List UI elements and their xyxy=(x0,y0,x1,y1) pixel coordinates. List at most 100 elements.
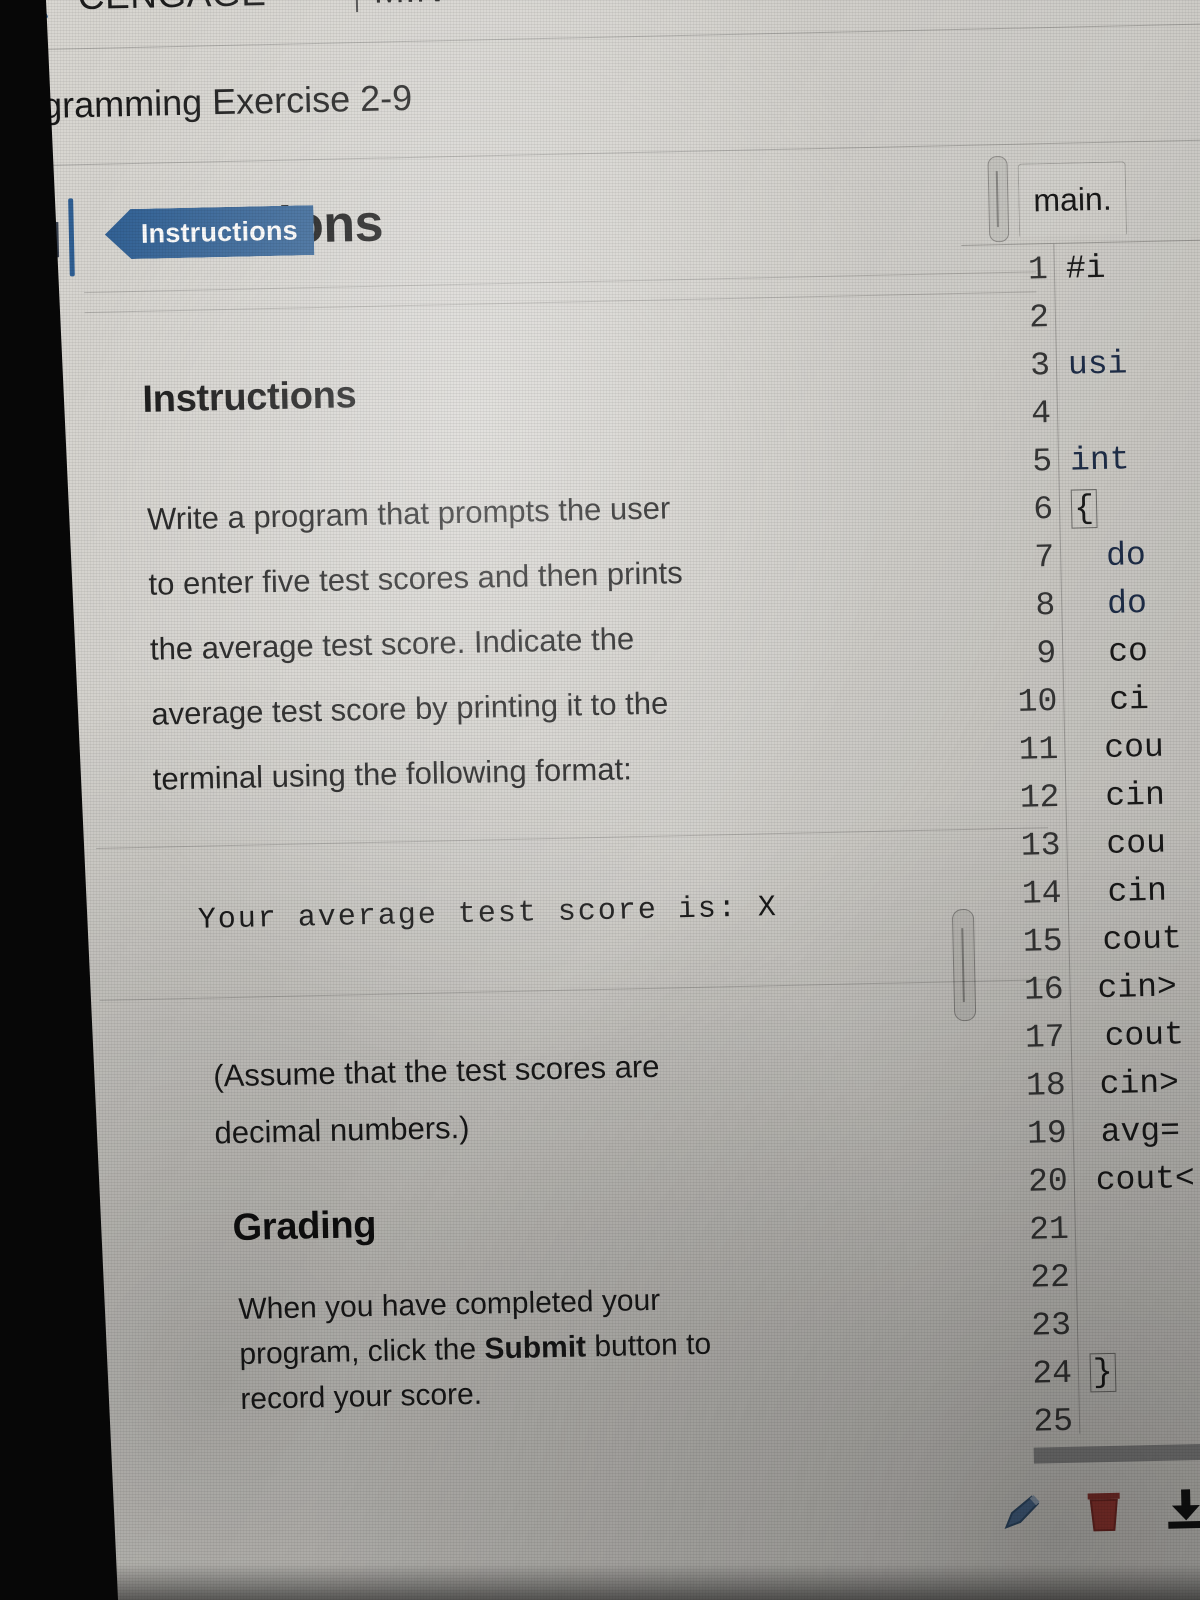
code-area[interactable]: 1 #i 2 3 usi 4 5 int 6{ 7 do 8 do 9 co 10 ci 11… xyxy=(961,238,1200,1441)
instructions-panel: ctions Instructions Instructions Write a… xyxy=(82,167,1064,1577)
line-number: 1 xyxy=(1027,251,1049,289)
code-line-row[interactable]: 18 cin> xyxy=(979,1059,1200,1109)
grading-line-pre: program, click the xyxy=(239,1332,485,1371)
sidebar-item-help[interactable]: ? xyxy=(21,1440,97,1516)
code-line-row[interactable]: 1 #i xyxy=(961,243,1200,293)
code-line-row[interactable]: 7 do xyxy=(968,531,1200,581)
line-text: cin> xyxy=(1097,968,1178,1008)
code-line-row[interactable]: 4 xyxy=(965,387,1200,437)
line-number: 6 xyxy=(1032,491,1054,529)
line-text: cin xyxy=(1105,776,1166,815)
panel-resize-handle-top[interactable] xyxy=(987,155,1010,243)
line-text: cou xyxy=(1103,728,1165,767)
line-text: do xyxy=(1105,536,1147,575)
code-line-row[interactable]: 6{ xyxy=(967,483,1200,533)
code-line-row[interactable]: 9 co xyxy=(970,627,1200,677)
sidebar-item-progress[interactable] xyxy=(0,446,75,522)
sidebar-item-settings[interactable] xyxy=(23,1524,99,1600)
line-text: do xyxy=(1106,584,1148,623)
download-icon xyxy=(1162,1487,1200,1532)
brand-product-name: MIN xyxy=(373,0,443,12)
code-line-row[interactable]: 15 cout xyxy=(976,915,1200,965)
panel-resize-handle-middle[interactable] xyxy=(951,908,977,1022)
line-text: int xyxy=(1069,441,1130,480)
panel-divider-3 xyxy=(96,827,1049,849)
line-text: avg= xyxy=(1100,1112,1181,1152)
annotate-button[interactable] xyxy=(992,1483,1051,1542)
line-text: cout< xyxy=(1095,1160,1196,1200)
line-text-matching-brace: } xyxy=(1089,1352,1117,1393)
code-icon xyxy=(8,576,71,619)
instructions-tooltip[interactable]: Instructions xyxy=(104,205,314,260)
line-number: 14 xyxy=(1021,874,1062,913)
download-button[interactable] xyxy=(1156,1480,1200,1539)
line-number: 16 xyxy=(1023,970,1065,1009)
line-number: 19 xyxy=(1026,1114,1068,1153)
code-line-row[interactable]: 19 avg= xyxy=(980,1107,1200,1157)
instructions-tooltip-label: Instructions xyxy=(140,214,299,249)
sidebar-item-instructions[interactable] xyxy=(0,202,70,278)
checklist-icon xyxy=(6,345,63,392)
code-line-row[interactable]: 14 cin xyxy=(975,867,1200,917)
line-number: 17 xyxy=(1024,1018,1066,1057)
panel-divider-2 xyxy=(84,291,1037,314)
code-line-row[interactable]: 22 xyxy=(983,1251,1200,1301)
line-number: 11 xyxy=(1018,730,1059,769)
code-line-row[interactable]: 21 xyxy=(982,1203,1200,1253)
code-line-row[interactable]: 23 xyxy=(984,1299,1200,1349)
code-line-row[interactable]: 8 do xyxy=(969,579,1200,629)
submit-keyword: Submit xyxy=(484,1330,587,1366)
line-number: 4 xyxy=(1030,395,1052,433)
brand-name: CENGAGE xyxy=(77,0,266,18)
brand-bar: CENGAGE MIN xyxy=(0,0,1200,35)
trash-icon xyxy=(1082,1488,1127,1535)
line-number: 18 xyxy=(1025,1066,1067,1105)
code-line-row[interactable]: 3 usi xyxy=(964,339,1200,389)
code-line-row[interactable]: 10 ci xyxy=(971,675,1200,725)
pen-icon xyxy=(998,1490,1047,1535)
grading-paragraph: When you have completed your program, cl… xyxy=(238,1270,1001,1422)
line-text-matching-brace: { xyxy=(1070,489,1098,529)
code-line-row[interactable]: 13 cou xyxy=(974,819,1200,869)
assumption-note: (Assume that the test scores are decimal… xyxy=(213,1031,975,1162)
sidebar-item-code[interactable] xyxy=(2,560,78,636)
code-line-row[interactable]: 20 cout< xyxy=(981,1155,1200,1205)
line-number: 22 xyxy=(1029,1258,1071,1297)
svg-text:?: ? xyxy=(53,1467,66,1492)
line-number: 21 xyxy=(1028,1210,1070,1249)
cengage-logo-icon[interactable] xyxy=(0,0,74,27)
line-text: cout xyxy=(1102,920,1183,960)
book-icon xyxy=(4,218,61,263)
share-icon xyxy=(34,1363,81,1408)
brand-divider xyxy=(355,0,359,13)
code-editor: main. 1 #i 2 3 usi 4 5 int 6{ 7 do 8 do 9 co 1… xyxy=(951,142,1200,1532)
editor-tab-main[interactable]: main. xyxy=(1017,161,1128,237)
sidebar-item-share[interactable] xyxy=(19,1348,95,1424)
code-line-row[interactable]: 12 cin xyxy=(973,771,1200,821)
settings-icon xyxy=(37,1538,84,1585)
code-line-row[interactable]: 25 xyxy=(987,1395,1200,1445)
line-number: 24 xyxy=(1031,1354,1073,1393)
grading-line-post: button to xyxy=(585,1327,712,1364)
code-line-row[interactable]: 16 cin> xyxy=(977,963,1200,1013)
code-line-row[interactable]: 11 cou xyxy=(972,723,1200,773)
code-line-row[interactable]: 17 cout xyxy=(978,1011,1200,1061)
line-number: 23 xyxy=(1030,1306,1072,1345)
line-number: 5 xyxy=(1031,443,1053,481)
code-line-row[interactable]: 5 int xyxy=(966,435,1200,485)
code-line-row[interactable]: 2 xyxy=(963,291,1200,341)
line-text: cout xyxy=(1104,1016,1185,1055)
line-number: 10 xyxy=(1017,682,1058,721)
line-text: cin> xyxy=(1099,1064,1180,1104)
line-text: ci xyxy=(1108,680,1150,719)
delete-button[interactable] xyxy=(1074,1482,1133,1541)
code-line-row[interactable]: 24} xyxy=(986,1347,1200,1397)
sidebar-item-checklist[interactable] xyxy=(0,330,73,406)
line-number: 7 xyxy=(1033,538,1055,577)
line-number: 15 xyxy=(1022,922,1063,961)
screen-surface: CENGAGE MIN Programming Exercise 2-9 xyxy=(0,0,1200,1600)
page-title: Programming Exercise 2-9 xyxy=(0,76,413,128)
horizontal-scrollbar[interactable] xyxy=(1033,1442,1200,1464)
instructions-section-title: Instructions xyxy=(142,374,357,421)
editor-toolbar xyxy=(988,1472,1200,1549)
